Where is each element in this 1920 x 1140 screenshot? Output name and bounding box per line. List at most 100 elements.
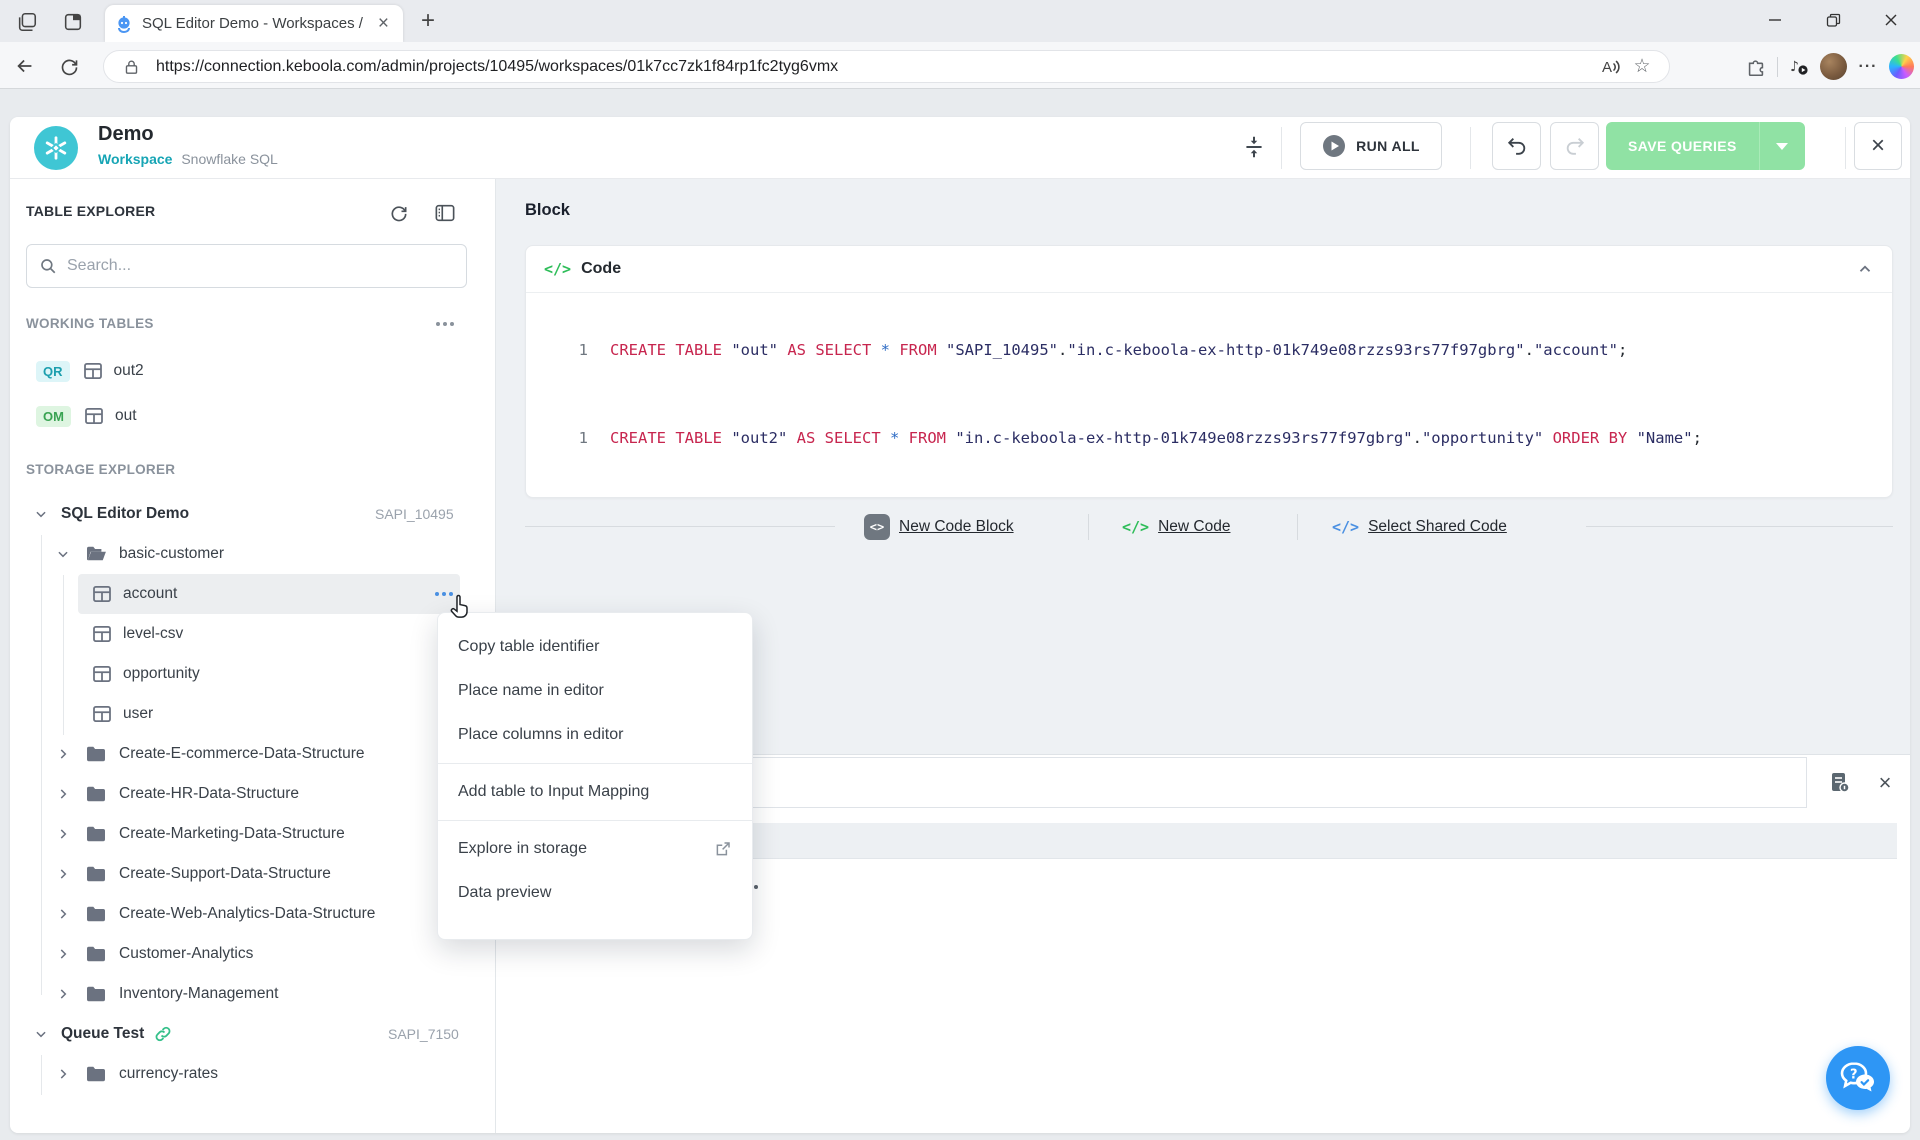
working-table-row[interactable]: OM out [36,396,137,436]
sql-code[interactable]: CREATE TABLE "out" AS SELECT * FROM "SAP… [610,341,1627,359]
run-all-button[interactable]: RUN ALL [1300,122,1442,170]
block-title: Block [525,201,570,220]
tree-guide [41,535,42,995]
lock-icon[interactable] [116,53,146,81]
chevron-right-icon[interactable] [55,987,71,1001]
sql-statement-line[interactable]: 1 CREATE TABLE "out" AS SELECT * FROM "S… [526,341,1627,359]
select-shared-code-link[interactable]: </> Select Shared Code [1332,512,1507,542]
folder-row[interactable]: Inventory-Management [55,974,278,1014]
line-number: 1 [526,341,588,359]
favorite-star-icon[interactable]: ☆ [1627,53,1657,81]
chevron-right-icon[interactable] [55,787,71,801]
table-search[interactable] [26,244,467,288]
folder-row-open[interactable]: basic-customer [55,534,224,574]
redo-button[interactable] [1550,122,1599,170]
working-table-name: out [115,407,137,425]
table-tree-row[interactable]: opportunity [93,654,200,694]
undo-button[interactable] [1492,122,1541,170]
header-divider [1281,127,1282,169]
browser-toolbar: https://connection.keboola.com/admin/pro… [0,42,1920,89]
code-icon: </> [1122,518,1149,536]
table-tree-row[interactable]: user [93,694,153,734]
new-tab-button[interactable]: + [414,9,442,35]
menu-item-place-name-in-editor[interactable]: Place name in editor [438,669,752,713]
chevron-down-icon[interactable] [55,547,71,561]
collapse-editors-icon[interactable] [1241,134,1267,165]
folder-row[interactable]: Create-Marketing-Data-Structure [55,814,345,854]
save-queries-button[interactable]: SAVE QUERIES [1606,122,1759,170]
new-code-block-link[interactable]: <> New Code Block [864,512,1014,542]
tab-title: SQL Editor Demo - Workspaces / [142,15,374,32]
table-tree-row[interactable]: account [93,574,177,614]
window-restore-button[interactable] [1804,0,1862,40]
refresh-tables-icon[interactable] [386,200,412,226]
actions-rule-right [1586,526,1893,527]
collapse-sidebar-icon[interactable] [432,200,458,226]
table-name: opportunity [123,665,200,683]
actions-divider [1297,514,1298,540]
window-minimize-button[interactable] [1746,0,1804,40]
search-input[interactable] [67,257,454,275]
help-chat-button[interactable]: ? [1826,1046,1890,1110]
chevron-right-icon[interactable] [55,827,71,841]
folder-name: Create-E-commerce-Data-Structure [119,745,364,763]
folder-icon [85,825,107,843]
browser-menu-icon[interactable]: ··· [1853,52,1883,82]
folder-row[interactable]: currency-rates [55,1054,218,1094]
folder-row[interactable]: Create-HR-Data-Structure [55,774,299,814]
play-icon [1322,134,1346,158]
tab-favicon-icon [115,15,133,33]
workspace-type-link[interactable]: Workspace [98,151,172,167]
table-tree-row[interactable]: level-csv [93,614,183,654]
close-workspace-button[interactable]: × [1854,122,1902,170]
url-bar[interactable]: https://connection.keboola.com/admin/pro… [103,50,1670,83]
window-close-button[interactable] [1862,0,1920,40]
folder-icon [85,985,107,1003]
browser-tab[interactable]: SQL Editor Demo - Workspaces / × [105,5,403,42]
menu-item-explore-in-storage[interactable]: Explore in storage [438,827,752,871]
menu-item-add-table-to-input-mapping[interactable]: Add table to Input Mapping [438,770,752,814]
sql-statement-line[interactable]: 1 CREATE TABLE "out2" AS SELECT * FROM "… [526,429,1702,447]
back-icon[interactable] [10,52,40,80]
chevron-right-icon[interactable] [55,867,71,881]
chevron-right-icon[interactable] [55,907,71,921]
chevron-right-icon[interactable] [55,947,71,961]
tab-actions-icon[interactable] [60,9,86,35]
workspaces-icon[interactable] [14,9,40,35]
refresh-icon[interactable] [54,52,84,80]
save-queries-dropdown-button[interactable] [1759,122,1805,170]
close-preview-icon[interactable]: × [1868,768,1902,798]
media-controls-icon[interactable]: ♪ [1784,52,1814,82]
table-name: account [123,585,177,603]
code-block-header[interactable]: </> Code [526,246,1892,293]
folder-icon [85,785,107,803]
working-table-row[interactable]: QR out2 [36,351,144,391]
folder-row[interactable]: Create-E-commerce-Data-Structure [55,734,364,774]
extensions-icon[interactable] [1741,52,1771,82]
menu-item-copy-table-identifier[interactable]: Copy table identifier [438,625,752,669]
folder-row[interactable]: Create-Web-Analytics-Data-Structure [55,894,375,934]
workspace-header: Demo Workspace Snowflake SQL RUN ALL [10,117,1910,179]
collapse-chevron-up-icon[interactable] [1856,260,1874,278]
alias-badge: OM [36,406,71,427]
menu-item-data-preview[interactable]: Data preview [438,871,752,915]
menu-item-place-columns-in-editor[interactable]: Place columns in editor [438,713,752,757]
chevron-down-icon[interactable] [33,507,49,521]
folder-name: Create-Web-Analytics-Data-Structure [119,905,375,923]
url-text[interactable]: https://connection.keboola.com/admin/pro… [156,58,1597,76]
tab-close-icon[interactable]: × [374,13,393,35]
new-code-link[interactable]: </> New Code [1122,512,1230,542]
chevron-right-icon[interactable] [55,747,71,761]
chevron-down-icon[interactable] [33,1027,49,1041]
read-aloud-icon[interactable]: A [1597,53,1627,81]
table-name: user [123,705,153,723]
folder-row[interactable]: Customer-Analytics [55,934,253,974]
working-tables-menu-icon[interactable] [432,311,458,337]
table-info-icon[interactable] [1823,768,1857,798]
folder-row[interactable]: Create-Support-Data-Structure [55,854,331,894]
sql-code[interactable]: CREATE TABLE "out2" AS SELECT * FROM "in… [610,429,1702,447]
chevron-right-icon[interactable] [55,1067,71,1081]
menu-divider [438,820,752,821]
copilot-icon[interactable] [1889,54,1914,79]
profile-avatar[interactable] [1820,53,1847,80]
